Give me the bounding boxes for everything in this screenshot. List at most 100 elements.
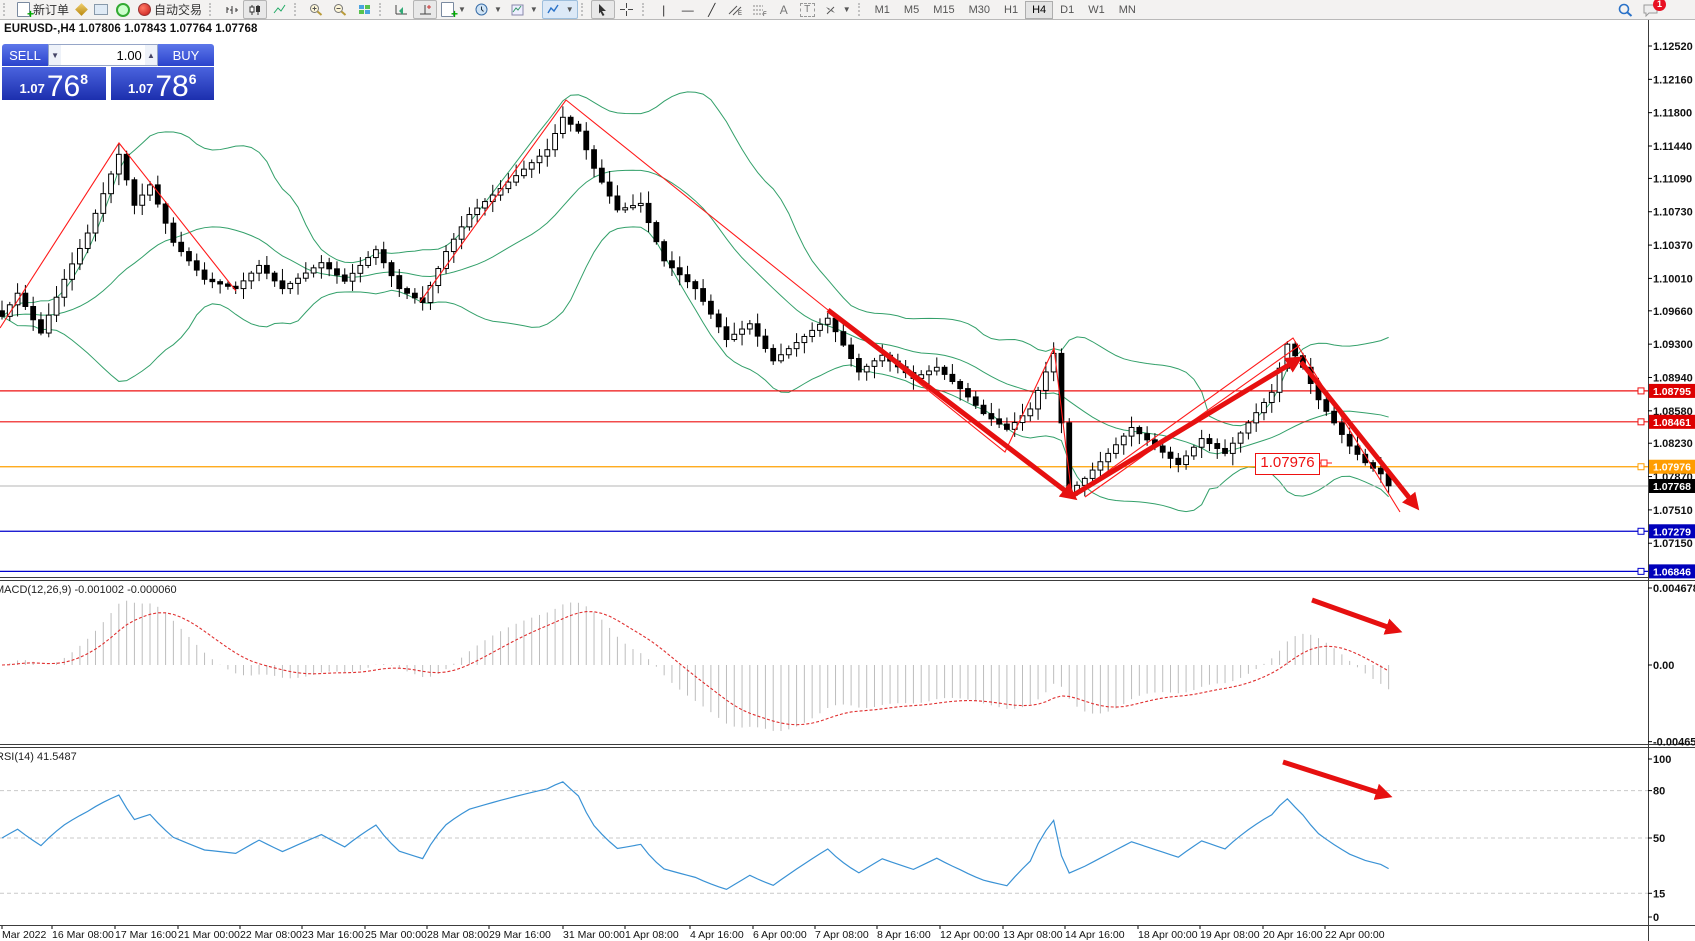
new-chart-icon [441, 2, 454, 17]
sell-price-sup: 8 [80, 71, 88, 87]
buy-price-sup: 6 [189, 71, 197, 87]
line-chart-icon [271, 2, 287, 17]
buy-button[interactable]: BUY [158, 44, 214, 66]
one-click-trading-panel: SELL ▼ ▲ BUY 1.07 76 8 1.07 78 6 [2, 44, 214, 100]
svg-text:F: F [763, 12, 767, 16]
chevron-down-icon: ▼ [566, 5, 574, 14]
vertical-line-icon: | [656, 2, 672, 17]
toolbar-grip [3, 3, 9, 16]
buy-price-big: 78 [155, 73, 188, 100]
auto-trading-button[interactable]: 自动交易 [134, 0, 206, 19]
fibonacci-tool[interactable]: F [748, 0, 772, 19]
chart-title: EURUSD-,H4 1.07806 1.07843 1.07764 1.077… [4, 23, 258, 35]
rsi-panel[interactable] [0, 747, 1648, 925]
toolbar-grip [209, 3, 215, 16]
vertical-line-tool[interactable]: | [652, 0, 676, 19]
search-icon[interactable] [1617, 2, 1633, 17]
crosshair-tool-button[interactable] [615, 0, 639, 19]
periods-button[interactable]: ▼ [470, 0, 506, 19]
text-label-tool[interactable]: T [796, 0, 819, 19]
candlestick-icon [247, 2, 263, 17]
fibonacci-icon: F [752, 2, 768, 17]
volume-decrease-button[interactable]: ▼ [49, 45, 61, 65]
sell-button[interactable]: SELL [2, 44, 48, 66]
text-label-icon: T [800, 3, 815, 17]
auto-trading-label: 自动交易 [154, 1, 202, 18]
chart-shift-icon [417, 2, 433, 17]
tile-windows-button[interactable] [352, 0, 376, 19]
new-order-icon [17, 2, 30, 17]
text-icon: A [776, 2, 792, 17]
arrows-tool[interactable]: ▼ [819, 0, 855, 19]
auto-trading-icon [138, 3, 151, 16]
zoom-in-button[interactable] [304, 0, 328, 19]
cursor-tool-button[interactable] [591, 0, 615, 19]
chart-window[interactable] [0, 20, 1695, 941]
time-axis[interactable] [0, 925, 1648, 941]
auto-scroll-button[interactable] [389, 0, 413, 19]
horizontal-line-icon: — [680, 2, 696, 17]
zoom-in-icon [308, 2, 324, 17]
tab-timeframe-m15[interactable]: M15 [926, 1, 961, 19]
main-price-panel[interactable] [0, 20, 1648, 578]
chevron-down-icon: ▼ [843, 5, 851, 14]
volume-increase-button[interactable]: ▲ [145, 45, 157, 65]
horizontal-line-tool[interactable]: — [676, 0, 700, 19]
price-callout[interactable]: 1.07976 [1255, 453, 1320, 475]
buy-price-button[interactable]: 1.07 78 6 [111, 67, 215, 100]
trendline-tool[interactable]: ╱ [700, 0, 724, 19]
monitor-icon [94, 4, 108, 15]
toolbar-grip [294, 3, 300, 16]
bar-chart-icon [223, 2, 239, 17]
buy-price-prefix: 1.07 [128, 81, 153, 96]
price-axis[interactable] [1648, 20, 1695, 941]
new-order-label: 新订单 [33, 1, 69, 18]
volume-input[interactable] [61, 45, 145, 65]
cursor-icon [595, 2, 611, 17]
line-chart-mode-button[interactable] [267, 0, 291, 19]
toolbar-grip [581, 3, 587, 16]
indicators-button[interactable]: ▼ [542, 0, 578, 19]
chevron-down-icon: ▼ [494, 5, 502, 14]
equidistant-channel-tool[interactable]: E [724, 0, 748, 19]
new-order-button[interactable]: 新订单 [13, 0, 73, 19]
svg-text:E: E [738, 11, 742, 16]
bar-chart-mode-button[interactable] [219, 0, 243, 19]
template-icon [510, 2, 526, 17]
crosshair-icon [619, 2, 635, 17]
market-watch-button[interactable] [90, 0, 112, 19]
toolbar-grip [642, 3, 648, 16]
sell-price-big: 76 [47, 73, 80, 100]
volume-stepper: ▼ ▲ [48, 44, 158, 66]
zoom-out-icon [332, 2, 348, 17]
diamond-icon [75, 3, 88, 16]
chart-shift-button[interactable] [413, 0, 437, 19]
tab-timeframe-m1[interactable]: M1 [868, 1, 897, 19]
tab-timeframe-d1[interactable]: D1 [1053, 1, 1081, 19]
indicators-icon [546, 2, 562, 17]
new-chart-button[interactable]: ▼ [437, 0, 470, 19]
sell-price-prefix: 1.07 [20, 81, 45, 96]
tab-timeframe-h1[interactable]: H1 [997, 1, 1025, 19]
tab-timeframe-h4[interactable]: H4 [1025, 1, 1053, 19]
tab-timeframe-mn[interactable]: MN [1112, 1, 1143, 19]
toolbar-grip [858, 3, 864, 16]
tab-timeframe-w1[interactable]: W1 [1081, 1, 1112, 19]
toolbar-grip [379, 3, 385, 16]
tab-timeframe-m5[interactable]: M5 [897, 1, 926, 19]
sell-price-button[interactable]: 1.07 76 8 [2, 67, 106, 100]
text-tool[interactable]: A [772, 0, 796, 19]
candle-chart-mode-button[interactable] [243, 0, 267, 19]
chat-button[interactable]: 1 [1643, 2, 1659, 17]
rsi-legend: RSI(14) 41.5487 [0, 751, 77, 763]
styles-button[interactable] [73, 0, 90, 19]
macd-panel[interactable] [0, 580, 1648, 744]
zoom-out-button[interactable] [328, 0, 352, 19]
top-toolbar: 新订单 自动交易 ▼ ▼ ▼ ▼ | — ╱ E F A T ▼ M1 M5 M… [0, 0, 1695, 20]
tab-timeframe-m30[interactable]: M30 [962, 1, 997, 19]
auto-scroll-icon [393, 2, 409, 17]
signal-icon [116, 3, 130, 17]
signals-button[interactable] [112, 0, 134, 19]
tile-windows-icon [356, 2, 372, 17]
templates-button[interactable]: ▼ [506, 0, 542, 19]
